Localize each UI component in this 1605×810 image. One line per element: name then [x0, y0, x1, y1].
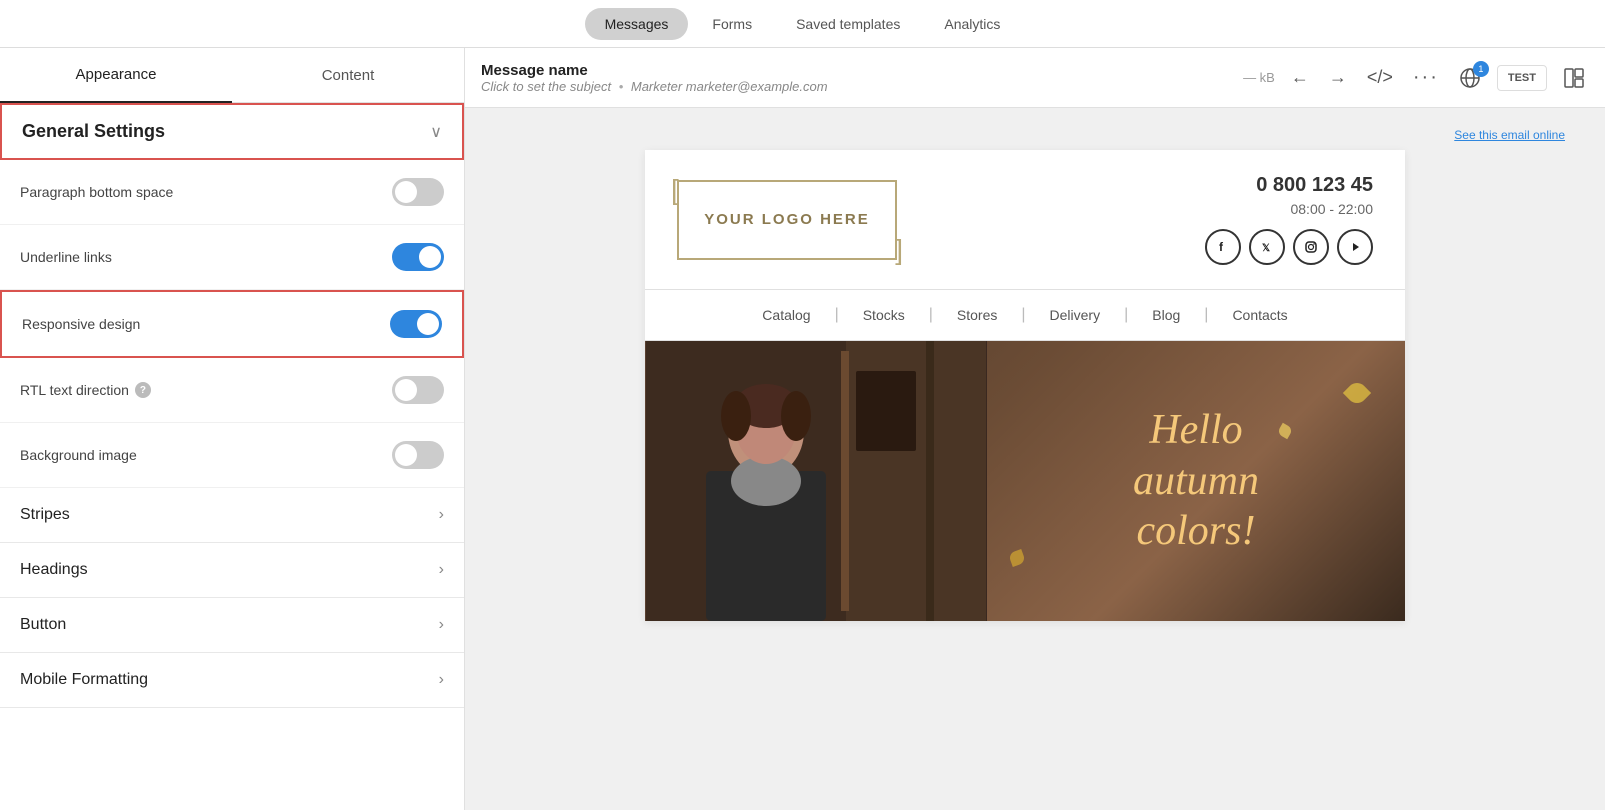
- see-online-link[interactable]: See this email online: [1454, 128, 1565, 142]
- background-image-toggle[interactable]: [392, 441, 444, 469]
- toolbar-right: — kB ← → </> ··· 1 TEST: [1243, 62, 1589, 93]
- rtl-text-direction-toggle[interactable]: [392, 376, 444, 404]
- help-icon[interactable]: ?: [135, 382, 151, 398]
- content-area: Message name Click to set the subject • …: [465, 48, 1605, 810]
- code-button[interactable]: </>: [1363, 63, 1397, 92]
- section-mobile-formatting[interactable]: Mobile Formatting ›: [0, 653, 464, 708]
- paragraph-bottom-space-item: Paragraph bottom space: [0, 160, 464, 225]
- paragraph-bottom-space-label: Paragraph bottom space: [20, 184, 173, 200]
- email-nav: Catalog | Stocks | Stores | Delivery | B…: [645, 289, 1405, 341]
- hero-person-image: [645, 341, 987, 621]
- general-settings-header[interactable]: General Settings ∨: [0, 103, 464, 160]
- tab-messages[interactable]: Messages: [585, 8, 689, 40]
- underline-links-item: Underline links: [0, 225, 464, 290]
- mobile-formatting-label: Mobile Formatting: [20, 671, 148, 689]
- responsive-design-item: Responsive design: [0, 290, 464, 358]
- sidebar: Appearance Content General Settings ∨ Pa…: [0, 48, 465, 810]
- youtube-icon[interactable]: [1337, 229, 1373, 265]
- hero-area: Hello autumn colors!: [645, 341, 1405, 621]
- twitter-icon[interactable]: 𝕏: [1249, 229, 1285, 265]
- underline-links-label: Underline links: [20, 249, 112, 265]
- responsive-design-label: Responsive design: [22, 316, 140, 332]
- logo-text: YOUR LOGO HERE: [704, 211, 870, 228]
- tab-content[interactable]: Content: [232, 48, 464, 102]
- facebook-icon[interactable]: f: [1205, 229, 1241, 265]
- redo-button[interactable]: →: [1325, 63, 1351, 92]
- mobile-formatting-chevron-icon: ›: [439, 671, 444, 689]
- instagram-icon[interactable]: [1293, 229, 1329, 265]
- email-header: YOUR LOGO HERE 0 800 123 45 08:00 - 22:0…: [645, 150, 1405, 289]
- nav-stocks[interactable]: Stocks: [839, 307, 929, 323]
- logo-box[interactable]: YOUR LOGO HERE: [677, 180, 897, 260]
- rtl-text-direction-label: RTL text direction ?: [20, 382, 151, 398]
- subject-placeholder[interactable]: Click to set the subject: [481, 79, 611, 94]
- separator: •: [619, 79, 624, 94]
- background-image-item: Background image: [0, 423, 464, 488]
- responsive-design-toggle[interactable]: [390, 310, 442, 338]
- tab-analytics[interactable]: Analytics: [924, 8, 1020, 40]
- person-svg: [645, 341, 987, 621]
- stripes-chevron-icon: ›: [439, 506, 444, 524]
- social-icons: f 𝕏: [1205, 229, 1373, 265]
- section-button[interactable]: Button ›: [0, 598, 464, 653]
- tab-appearance[interactable]: Appearance: [0, 48, 232, 103]
- rtl-text-direction-item: RTL text direction ?: [0, 358, 464, 423]
- stripes-label: Stripes: [20, 506, 70, 524]
- headings-label: Headings: [20, 561, 88, 579]
- tab-forms[interactable]: Forms: [692, 8, 772, 40]
- tab-saved-templates[interactable]: Saved templates: [776, 8, 920, 40]
- layout-icon: [1563, 67, 1585, 89]
- button-label: Button: [20, 616, 66, 634]
- main-layout: Appearance Content General Settings ∨ Pa…: [0, 48, 1605, 810]
- nav-catalog[interactable]: Catalog: [738, 307, 834, 323]
- business-hours: 08:00 - 22:00: [1205, 201, 1373, 217]
- nav-stores[interactable]: Stores: [933, 307, 1021, 323]
- section-headings[interactable]: Headings ›: [0, 543, 464, 598]
- chevron-down-icon: ∨: [430, 122, 442, 142]
- paragraph-bottom-space-toggle[interactable]: [392, 178, 444, 206]
- headings-chevron-icon: ›: [439, 561, 444, 579]
- sender-info: Marketer marketer@example.com: [631, 79, 828, 94]
- sidebar-scroll-area: Paragraph bottom space Underline links R…: [0, 160, 464, 810]
- phone-number: 0 800 123 45: [1205, 174, 1373, 197]
- button-chevron-icon: ›: [439, 616, 444, 634]
- kb-label: — kB: [1243, 70, 1275, 85]
- content-toolbar: Message name Click to set the subject • …: [465, 48, 1605, 108]
- background-image-label: Background image: [20, 447, 137, 463]
- nav-contacts[interactable]: Contacts: [1208, 307, 1311, 323]
- test-button[interactable]: TEST: [1497, 65, 1547, 91]
- section-stripes[interactable]: Stripes ›: [0, 488, 464, 543]
- hero-text-area: Hello autumn colors!: [987, 385, 1405, 576]
- more-button[interactable]: ···: [1409, 62, 1443, 93]
- layout-button[interactable]: [1559, 63, 1589, 93]
- globe-button-wrapper: 1: [1455, 63, 1485, 93]
- notification-badge: 1: [1473, 61, 1489, 77]
- contact-info: 0 800 123 45 08:00 - 22:00 f 𝕏: [1205, 174, 1373, 265]
- hero-text: Hello autumn colors!: [1133, 405, 1259, 556]
- svg-text:f: f: [1219, 240, 1224, 254]
- nav-blog[interactable]: Blog: [1128, 307, 1204, 323]
- undo-button[interactable]: ←: [1287, 63, 1313, 92]
- message-subject: Click to set the subject • Marketer mark…: [481, 79, 1235, 94]
- nav-delivery[interactable]: Delivery: [1026, 307, 1125, 323]
- email-preview: See this email online YOUR LOGO HERE 0 8…: [465, 108, 1605, 810]
- svg-text:𝕏: 𝕏: [1262, 243, 1270, 254]
- top-navigation: Messages Forms Saved templates Analytics: [0, 0, 1605, 48]
- email-container: YOUR LOGO HERE 0 800 123 45 08:00 - 22:0…: [645, 150, 1405, 621]
- toolbar-left: Message name Click to set the subject • …: [481, 62, 1235, 94]
- message-name[interactable]: Message name: [481, 62, 1235, 79]
- underline-links-toggle[interactable]: [392, 243, 444, 271]
- sidebar-tabs: Appearance Content: [0, 48, 464, 103]
- general-settings-title: General Settings: [22, 121, 165, 142]
